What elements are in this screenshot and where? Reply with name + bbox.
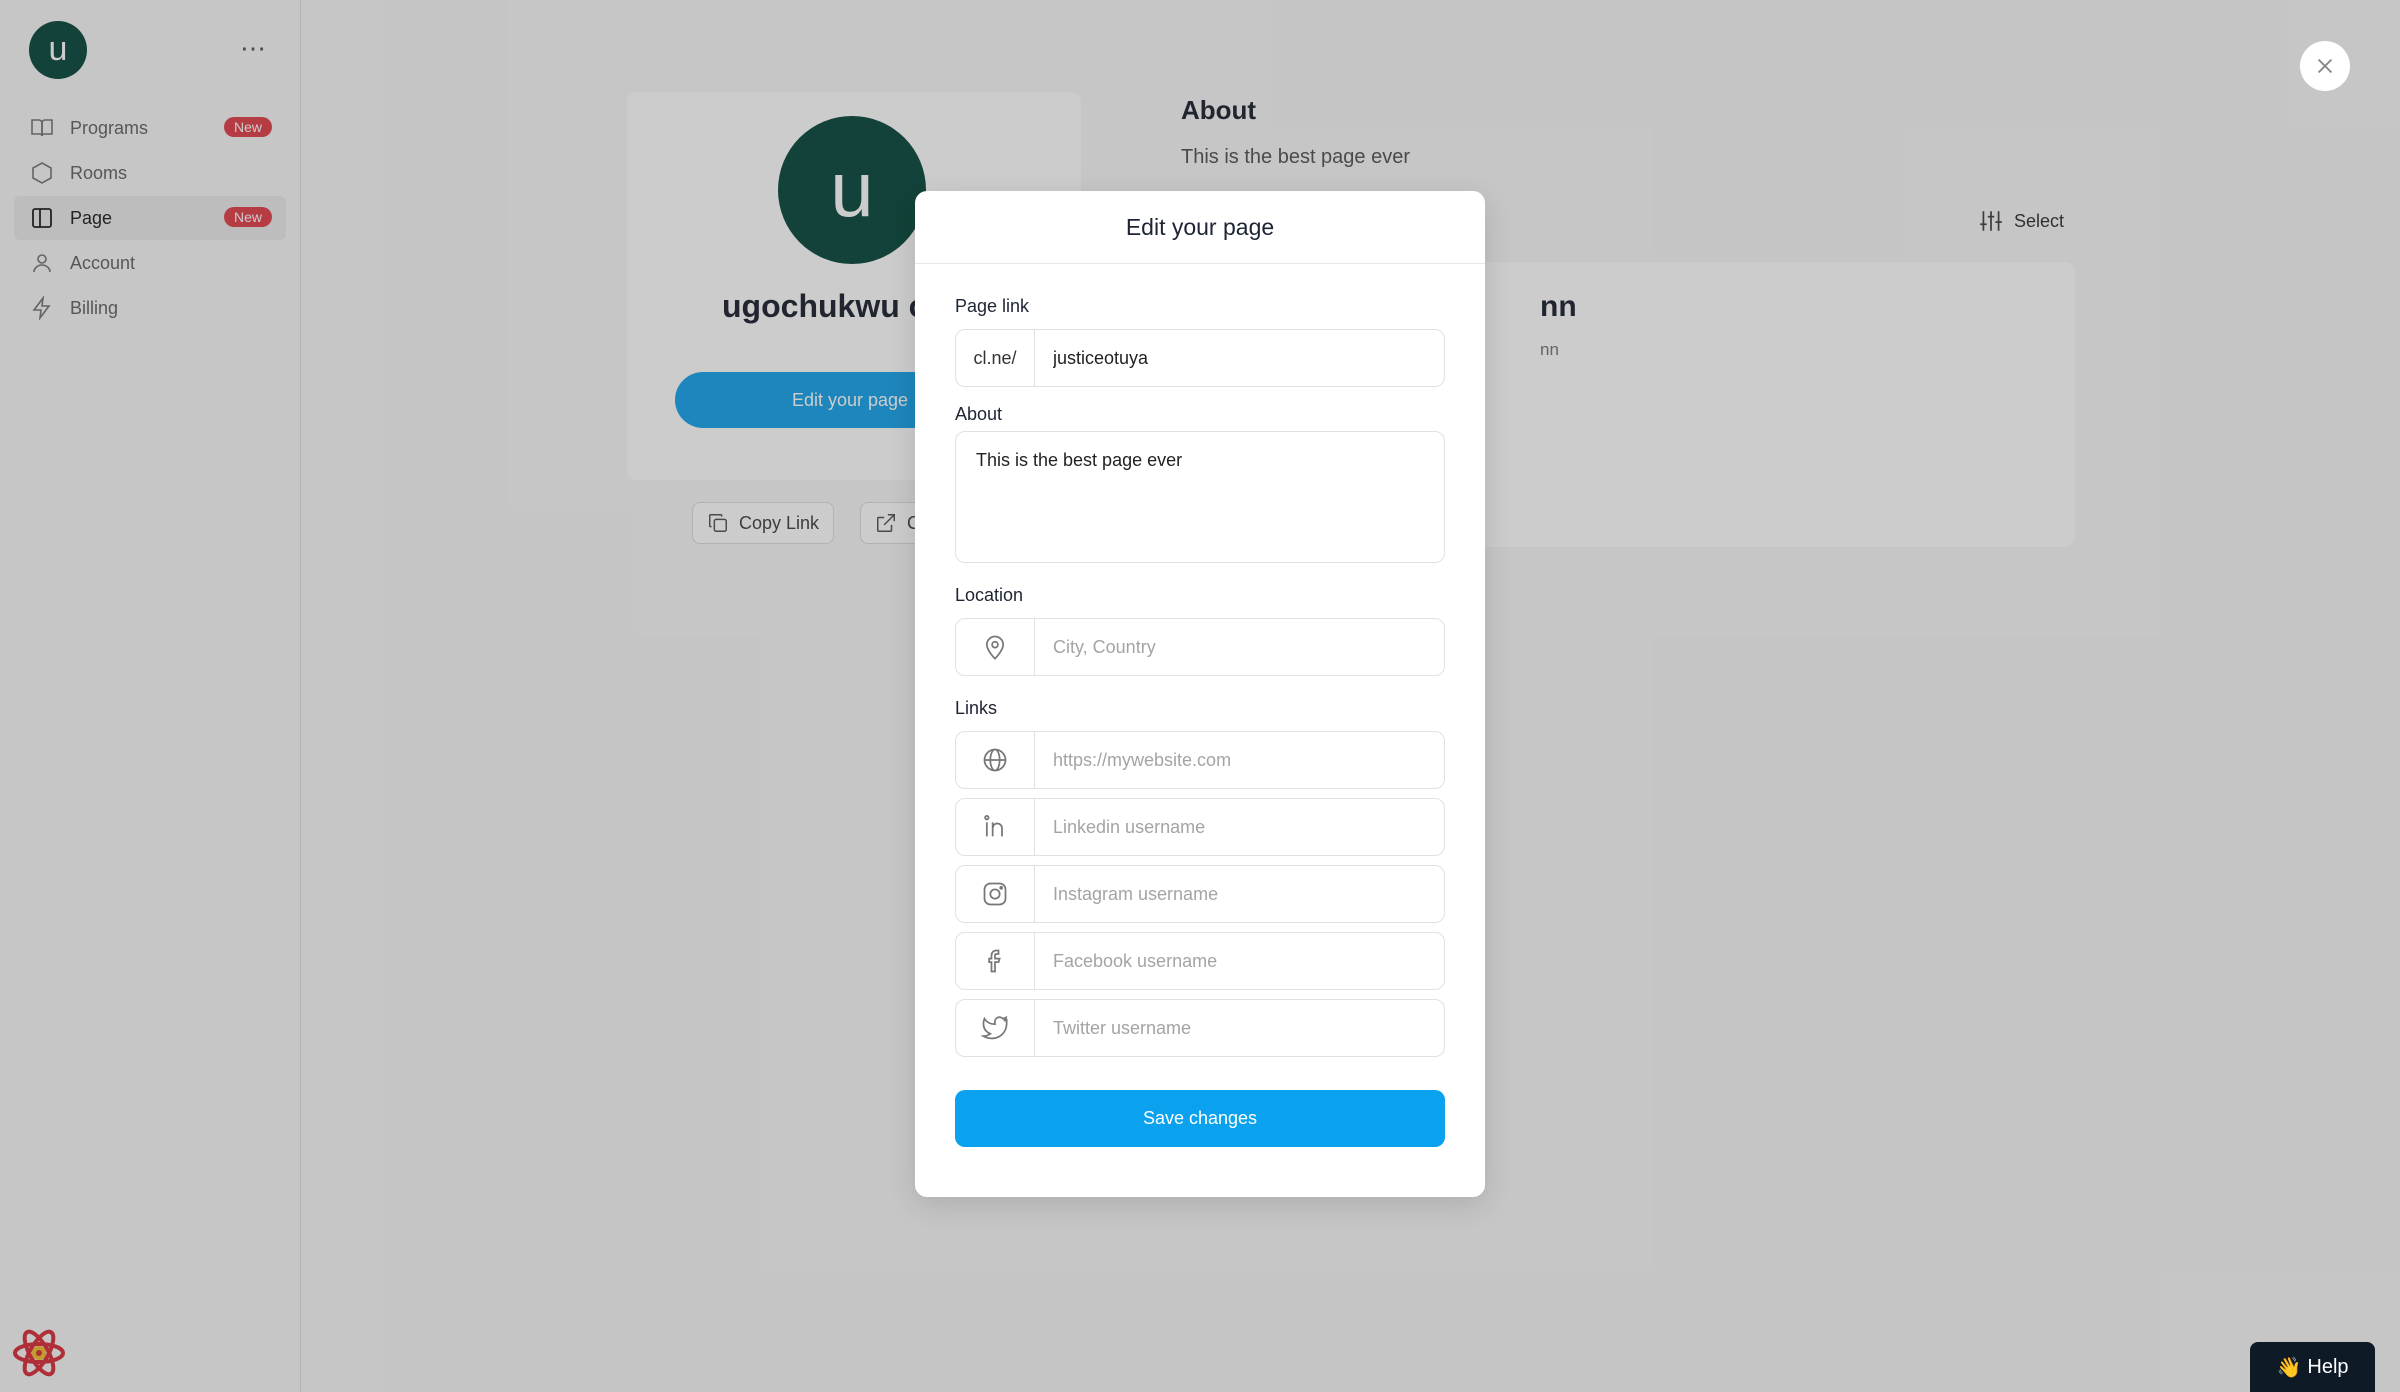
close-icon xyxy=(2317,58,2333,74)
links-label: Links xyxy=(955,698,998,718)
linkedin-input[interactable] xyxy=(1035,799,1444,855)
website-field xyxy=(955,731,1445,789)
facebook-input[interactable] xyxy=(1035,933,1444,989)
globe-icon xyxy=(956,732,1035,788)
help-button[interactable]: 👋 Help xyxy=(2250,1342,2375,1392)
about-label: About xyxy=(955,404,1003,424)
instagram-input[interactable] xyxy=(1035,866,1444,922)
twitter-field xyxy=(955,999,1445,1057)
linkedin-field xyxy=(955,798,1445,856)
linkedin-icon xyxy=(956,799,1035,855)
save-changes-button[interactable]: Save changes xyxy=(955,1090,1445,1147)
location-input[interactable] xyxy=(1035,619,1444,675)
map-pin-icon xyxy=(956,619,1035,675)
instagram-field xyxy=(955,865,1445,923)
facebook-field xyxy=(955,932,1445,990)
twitter-icon xyxy=(956,1000,1035,1056)
modal-title: Edit your page xyxy=(915,191,1485,264)
twitter-input[interactable] xyxy=(1035,1000,1444,1056)
instagram-icon xyxy=(956,866,1035,922)
location-label: Location xyxy=(955,585,1024,605)
page-link-label: Page link xyxy=(955,296,1030,316)
website-input[interactable] xyxy=(1035,732,1444,788)
edit-page-modal: Edit your page Page link cl.ne/ About Th… xyxy=(915,191,1485,1197)
page-link-prefix: cl.ne/ xyxy=(956,330,1035,386)
page-link-field: cl.ne/ xyxy=(955,329,1445,387)
page-link-input[interactable] xyxy=(1035,330,1444,386)
close-modal-button[interactable] xyxy=(2300,41,2350,91)
help-label: Help xyxy=(2307,1355,2349,1378)
wave-icon: 👋 xyxy=(2276,1356,2302,1379)
about-textarea[interactable]: This is the best page ever xyxy=(955,431,1445,563)
facebook-icon xyxy=(956,933,1035,989)
location-field xyxy=(955,618,1445,676)
